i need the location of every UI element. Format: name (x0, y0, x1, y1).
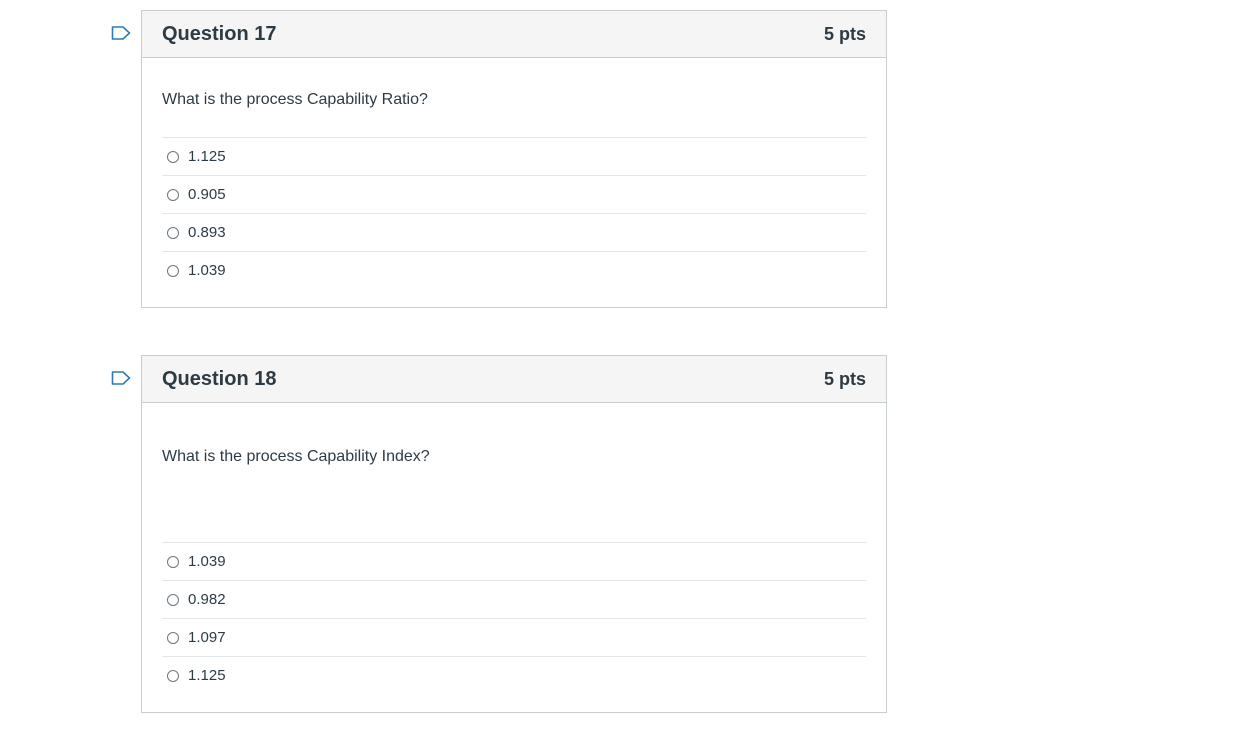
question-title: Question 18 (162, 367, 277, 390)
answer-option-2[interactable]: 0.982 (162, 581, 866, 619)
answer-option-4[interactable]: 1.039 (162, 252, 866, 289)
question-title: Question 17 (162, 22, 277, 45)
radio-button[interactable] (167, 226, 179, 239)
answer-label: 0.893 (188, 224, 226, 241)
answer-option-3[interactable]: 0.893 (162, 214, 866, 252)
question-text: What is the process Capability Ratio? (162, 91, 428, 108)
answer-label: 1.039 (188, 262, 226, 279)
question-header: Question 17 5 pts (142, 11, 886, 58)
question-body: What is the process Capability Index? 1.… (142, 403, 886, 694)
question-card: Question 17 5 pts What is the process Ca… (141, 10, 887, 308)
radio-button[interactable] (167, 631, 179, 644)
answer-list: 1.125 0.905 0.893 1.039 (162, 137, 866, 289)
question-points: 5 pts (823, 368, 866, 389)
answer-option-1[interactable]: 1.039 (162, 543, 866, 581)
question-points: 5 pts (823, 23, 866, 44)
radio-button[interactable] (167, 555, 179, 568)
question-header: Question 18 5 pts (142, 356, 886, 403)
quiz-page: Question 17 5 pts What is the process Ca… (0, 0, 1239, 753)
answer-option-1[interactable]: 1.125 (162, 138, 866, 176)
answer-option-3[interactable]: 1.097 (162, 619, 866, 657)
radio-button[interactable] (167, 150, 179, 163)
answer-label: 0.905 (188, 186, 226, 203)
radio-button[interactable] (167, 669, 179, 682)
flag-question-icon[interactable] (111, 371, 131, 385)
radio-button[interactable] (167, 264, 179, 277)
question-body: What is the process Capability Ratio? 1.… (142, 58, 886, 289)
question-card: Question 18 5 pts What is the process Ca… (141, 355, 887, 713)
radio-button[interactable] (167, 593, 179, 606)
answer-label: 1.125 (188, 667, 226, 684)
flag-question-icon[interactable] (111, 26, 131, 40)
answer-list: 1.039 0.982 1.097 1.125 (162, 542, 866, 694)
answer-label: 1.039 (188, 553, 226, 570)
answer-option-2[interactable]: 0.905 (162, 176, 866, 214)
radio-button[interactable] (167, 188, 179, 201)
answer-label: 0.982 (188, 591, 226, 608)
answer-label: 1.125 (188, 148, 226, 165)
answer-label: 1.097 (188, 629, 226, 646)
answer-option-4[interactable]: 1.125 (162, 657, 866, 694)
question-text: What is the process Capability Index? (162, 448, 430, 465)
